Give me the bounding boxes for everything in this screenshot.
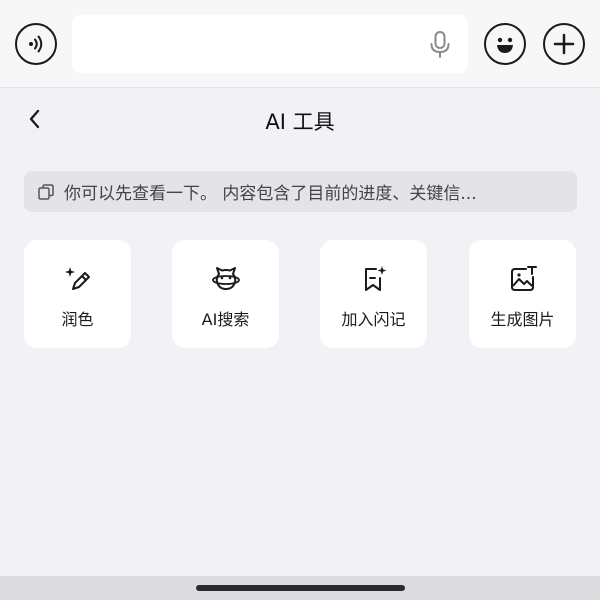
tool-label: AI搜索 <box>201 310 250 329</box>
emoji-icon <box>497 37 513 53</box>
message-input[interactable] <box>72 15 468 73</box>
ai-search-icon <box>211 267 240 290</box>
plus-icon <box>553 33 575 55</box>
page-title: AI 工具 <box>265 110 335 134</box>
tool-polish[interactable]: 润色 <box>24 240 131 348</box>
page-header: AI 工具 <box>0 96 600 142</box>
bookmark-sparkle-icon <box>364 266 386 291</box>
magic-pen-icon <box>64 267 90 290</box>
tool-generate-image[interactable]: 生成图片 <box>469 240 576 348</box>
emoji-button[interactable] <box>484 23 526 65</box>
ai-tools-grid: 润色 AI搜索 加入闪记 生成图片 <box>0 240 600 348</box>
tool-label: 润色 <box>61 310 94 329</box>
plus-button[interactable] <box>543 23 585 65</box>
quoted-text: 你可以先查看一下。 内容包含了目前的进度、关键信... <box>64 184 477 204</box>
tool-add-to-flash-notes[interactable]: 加入闪记 <box>320 240 427 348</box>
tool-ai-search[interactable]: AI搜索 <box>172 240 279 348</box>
tool-label: 生成图片 <box>490 310 555 329</box>
voice-mode-button[interactable] <box>15 23 57 65</box>
input-toolbar <box>0 0 600 88</box>
microphone-icon[interactable] <box>428 30 452 60</box>
voice-mode-icon <box>29 35 43 53</box>
quoted-content[interactable]: 你可以先查看一下。 内容包含了目前的进度、关键信... <box>24 171 577 212</box>
copy-icon <box>38 183 54 200</box>
tool-label: 加入闪记 <box>341 310 406 329</box>
bottom-bar <box>0 576 600 600</box>
home-indicator[interactable] <box>196 585 405 591</box>
image-generate-icon <box>510 266 537 291</box>
